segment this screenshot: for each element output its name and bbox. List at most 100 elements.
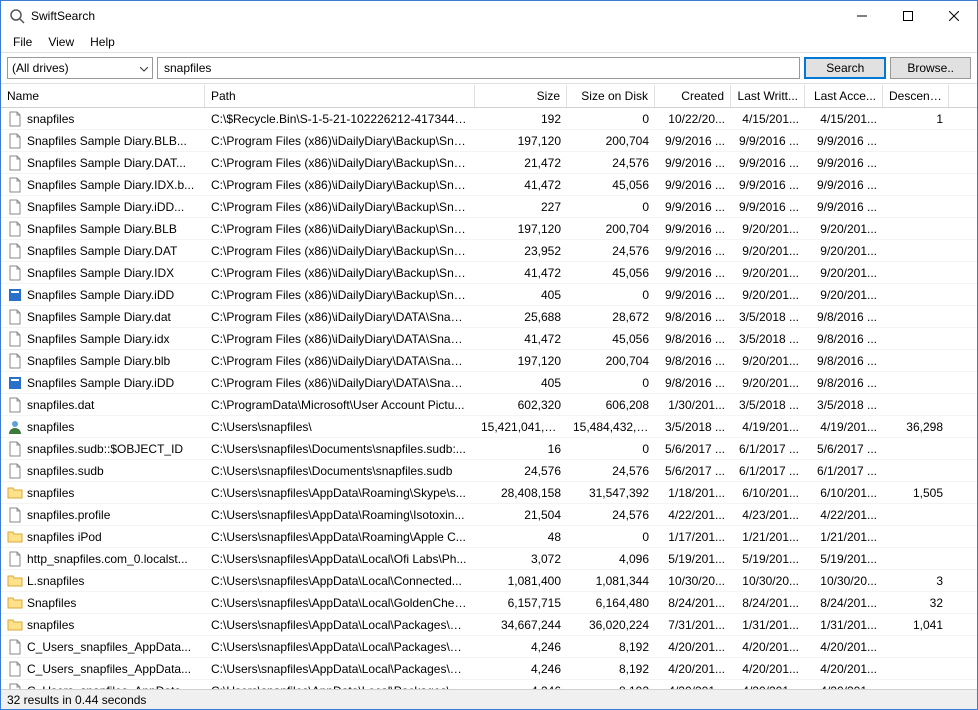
cell-descendants [883,139,949,143]
cell-size: 405 [475,286,567,304]
col-descendants[interactable]: Descend... [883,85,949,107]
table-row[interactable]: snapfiles.profileC:\Users\snapfiles\AppD… [1,504,977,526]
menu-view[interactable]: View [40,33,82,51]
cell-size-on-disk: 0 [567,440,655,458]
table-row[interactable]: Snapfiles Sample Diary.iDDC:\Program Fil… [1,284,977,306]
cell-created: 1/18/201... [655,484,731,502]
table-row[interactable]: snapfiles iPodC:\Users\snapfiles\AppData… [1,526,977,548]
cell-size: 21,504 [475,506,567,524]
drive-select-value: (All drives) [12,61,69,75]
cell-last-accessed: 4/20/201... [805,682,883,690]
cell-path: C:\$Recycle.Bin\S-1-5-21-102226212-41734… [205,110,475,128]
cell-descendants [883,249,949,253]
table-row[interactable]: snapfiles.sudb::$OBJECT_IDC:\Users\snapf… [1,438,977,460]
table-row[interactable]: snapfiles.datC:\ProgramData\Microsoft\Us… [1,394,977,416]
cell-last-written: 4/19/201... [731,418,805,436]
table-row[interactable]: C_Users_snapfiles_AppData...C:\Users\sna… [1,680,977,689]
cell-last-accessed: 9/9/2016 ... [805,132,883,150]
titlebar: SwiftSearch [1,1,977,31]
cell-created: 5/6/2017 ... [655,462,731,480]
cell-last-accessed: 9/8/2016 ... [805,330,883,348]
cell-name: Snapfiles Sample Diary.iDD... [1,197,205,217]
table-row[interactable]: L.snapfilesC:\Users\snapfiles\AppData\Lo… [1,570,977,592]
table-row[interactable]: snapfilesC:\Users\snapfiles\15,421,041,4… [1,416,977,438]
cell-last-written: 9/9/2016 ... [731,198,805,216]
cell-name: Snapfiles Sample Diary.dat [1,307,205,327]
col-last-written[interactable]: Last Writt... [731,85,805,107]
col-created[interactable]: Created [655,85,731,107]
cell-size: 192 [475,110,567,128]
menu-help[interactable]: Help [82,33,123,51]
menu-file[interactable]: File [5,33,40,51]
table-row[interactable]: Snapfiles Sample Diary.BLBC:\Program Fil… [1,218,977,240]
cell-descendants: 1,505 [883,484,949,502]
table-row[interactable]: snapfilesC:\$Recycle.Bin\S-1-5-21-102226… [1,108,977,130]
table-row[interactable]: http_snapfiles.com_0.localst...C:\Users\… [1,548,977,570]
minimize-button[interactable] [839,1,885,31]
table-row[interactable]: Snapfiles Sample Diary.blbC:\Program Fil… [1,350,977,372]
drive-select[interactable]: (All drives) [7,57,153,79]
cell-created: 4/20/201... [655,682,731,690]
table-row[interactable]: Snapfiles Sample Diary.IDXC:\Program Fil… [1,262,977,284]
table-row[interactable]: Snapfiles Sample Diary.datC:\Program Fil… [1,306,977,328]
maximize-button[interactable] [885,1,931,31]
cell-last-accessed: 4/20/201... [805,638,883,656]
cell-size-on-disk: 45,056 [567,264,655,282]
col-size[interactable]: Size [475,85,567,107]
col-last-accessed[interactable]: Last Acce... [805,85,883,107]
table-row[interactable]: Snapfiles Sample Diary.idxC:\Program Fil… [1,328,977,350]
cell-size-on-disk: 8,192 [567,682,655,690]
cell-last-written: 9/20/201... [731,242,805,260]
cell-created: 9/9/2016 ... [655,242,731,260]
col-path[interactable]: Path [205,85,475,107]
cell-path: C:\Users\snapfiles\Documents\snapfiles.s… [205,462,475,480]
cell-last-written: 4/20/201... [731,660,805,678]
cell-last-written: 9/9/2016 ... [731,132,805,150]
cell-path: C:\Users\snapfiles\AppData\Roaming\Apple… [205,528,475,546]
table-row[interactable]: Snapfiles Sample Diary.BLB...C:\Program … [1,130,977,152]
col-name[interactable]: Name [1,85,205,107]
cell-name: Snapfiles Sample Diary.iDD [1,373,205,393]
cell-name: snapfiles.dat [1,395,205,415]
table-row[interactable]: Snapfiles Sample Diary.DATC:\Program Fil… [1,240,977,262]
file-icon [7,661,23,677]
cell-size: 4,246 [475,638,567,656]
close-button[interactable] [931,1,977,31]
cell-path: C:\Program Files (x86)\iDailyDiary\DATA\… [205,374,475,392]
table-row[interactable]: SnapfilesC:\Users\snapfiles\AppData\Loca… [1,592,977,614]
cell-last-accessed: 4/15/201... [805,110,883,128]
cell-descendants: 1,041 [883,616,949,634]
cell-path: C:\Users\snapfiles\AppData\Local\GoldenC… [205,594,475,612]
table-row[interactable]: snapfiles.sudbC:\Users\snapfiles\Documen… [1,460,977,482]
browse-button[interactable]: Browse.. [890,57,971,79]
table-row[interactable]: Snapfiles Sample Diary.IDX.b...C:\Progra… [1,174,977,196]
table-row[interactable]: Snapfiles Sample Diary.DAT...C:\Program … [1,152,977,174]
cell-created: 4/20/201... [655,638,731,656]
search-input[interactable] [157,57,800,79]
cell-path: C:\Program Files (x86)\iDailyDiary\Backu… [205,286,475,304]
table-row[interactable]: snapfilesC:\Users\snapfiles\AppData\Loca… [1,614,977,636]
cell-size: 16 [475,440,567,458]
cell-last-accessed: 9/9/2016 ... [805,198,883,216]
cell-name: L.snapfiles [1,571,205,591]
table-row[interactable]: Snapfiles Sample Diary.iDDC:\Program Fil… [1,372,977,394]
table-row[interactable]: snapfilesC:\Users\snapfiles\AppData\Roam… [1,482,977,504]
cell-created: 9/9/2016 ... [655,198,731,216]
table-row[interactable]: Snapfiles Sample Diary.iDD...C:\Program … [1,196,977,218]
cell-size-on-disk: 24,576 [567,506,655,524]
search-button[interactable]: Search [804,57,886,79]
cell-path: C:\Program Files (x86)\iDailyDiary\DATA\… [205,352,475,370]
cell-path: C:\Program Files (x86)\iDailyDiary\Backu… [205,176,475,194]
cell-size: 4,246 [475,660,567,678]
results-rows[interactable]: snapfilesC:\$Recycle.Bin\S-1-5-21-102226… [1,108,977,689]
file-icon [7,507,23,523]
cell-last-accessed: 6/10/201... [805,484,883,502]
folder-icon [7,485,23,501]
table-row[interactable]: C_Users_snapfiles_AppData...C:\Users\sna… [1,636,977,658]
cell-created: 10/22/20... [655,110,731,128]
table-row[interactable]: C_Users_snapfiles_AppData...C:\Users\sna… [1,658,977,680]
col-size-on-disk[interactable]: Size on Disk [567,85,655,107]
cell-last-written: 1/31/201... [731,616,805,634]
cell-last-accessed: 9/8/2016 ... [805,352,883,370]
cell-last-written: 6/10/201... [731,484,805,502]
